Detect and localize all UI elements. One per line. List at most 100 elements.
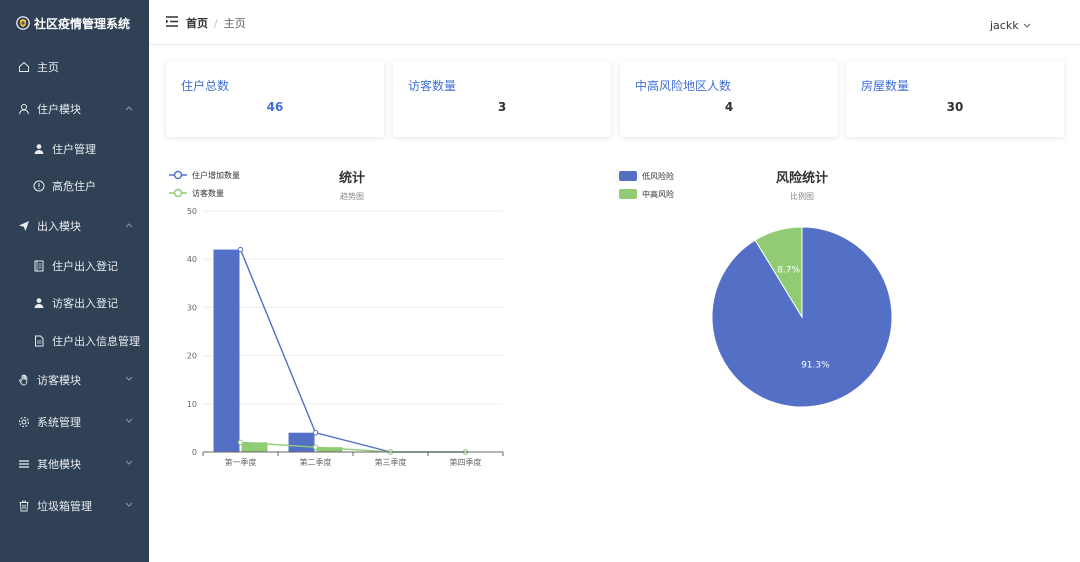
pie-slice-label: 8.7% — [777, 265, 800, 275]
gear-icon — [18, 416, 30, 428]
user-icon — [18, 103, 30, 115]
trend-chart-title: 统计 — [339, 170, 365, 186]
pie-legend: 低风险险中高风险 — [619, 171, 674, 199]
legend-marker — [173, 170, 183, 180]
bar — [288, 432, 315, 452]
sidebar-item-label: 访客出入登记 — [52, 297, 118, 310]
chevron-up-icon — [125, 105, 133, 111]
line-point — [237, 439, 244, 446]
y-tick-label: 40 — [187, 255, 197, 264]
stat-card-value: 30 — [946, 100, 964, 114]
legend-label: 中高风险 — [642, 189, 674, 199]
sidebar-item-label: 系统管理 — [37, 416, 81, 429]
sidebar-item-trash-management[interactable]: 垃圾箱管理 — [0, 487, 149, 525]
x-tick-label: 第四季度 — [450, 457, 482, 467]
person-icon — [33, 143, 45, 155]
list-icon — [18, 458, 30, 470]
bar — [213, 249, 240, 452]
legend-marker — [173, 188, 183, 198]
sidebar: 社区疫情管理系统 主页 住户模块 住户管理 高危住户 出入模块 住户出入登记 访… — [0, 0, 149, 562]
warning-circle-icon — [33, 180, 45, 192]
sidebar-item-label: 主页 — [37, 61, 59, 74]
menu-toggle-icon[interactable] — [166, 16, 178, 27]
breadcrumb-current: 主页 — [223, 17, 246, 30]
legend-label: 低风险险 — [642, 171, 674, 181]
sidebar-item-label: 其他模块 — [37, 458, 81, 471]
breadcrumb-home[interactable]: 首页 — [186, 17, 208, 30]
sidebar-item-resident-module[interactable]: 住户模块 — [0, 90, 149, 128]
breadcrumb-separator: / — [214, 17, 218, 30]
chevron-down-icon — [125, 460, 133, 466]
stat-card-title: 房屋数量 — [861, 79, 910, 93]
sidebar-item-label: 住户出入登记 — [52, 260, 118, 273]
sidebar-item-access-module[interactable]: 出入模块 — [0, 207, 149, 245]
shield-logo-icon — [16, 16, 30, 30]
person-icon — [33, 297, 45, 309]
sidebar-item-visitor-module[interactable]: 访客模块 — [0, 361, 149, 399]
stat-card-high-risk[interactable]: 中高风险地区人数 4 — [620, 61, 838, 137]
pie-slice-label: 91.3% — [801, 361, 830, 371]
app: 社区疫情管理系统 主页 住户模块 住户管理 高危住户 出入模块 住户出入登记 访… — [0, 0, 1080, 562]
sidebar-item-label: 出入模块 — [37, 220, 81, 233]
stat-card-visitors[interactable]: 访客数量 3 — [393, 61, 611, 137]
trash-icon — [18, 500, 30, 512]
pie-slices — [711, 226, 893, 408]
stat-card-title: 中高风险地区人数 — [635, 79, 732, 93]
hand-icon — [18, 374, 30, 386]
x-tick-label: 第二季度 — [300, 457, 332, 467]
stat-card-residents[interactable]: 住户总数 46 — [166, 61, 384, 137]
x-tick-label: 第一季度 — [225, 457, 257, 467]
y-tick-label: 20 — [187, 352, 197, 361]
trend-bars — [213, 249, 343, 452]
trend-legend: 住户增加数量访客数量 — [169, 170, 240, 198]
pie-chart-subtitle: 比例图 — [790, 191, 814, 201]
legend-swatch — [619, 189, 637, 199]
sidebar-item-label: 住户出入信息管理 — [52, 335, 140, 348]
x-tick-label: 第三季度 — [375, 457, 407, 467]
y-tick-label: 10 — [187, 400, 197, 409]
sidebar-item-high-risk-resident[interactable]: 高危住户 — [0, 167, 149, 205]
trend-chart-subtitle: 趋势图 — [340, 191, 364, 201]
sidebar-item-resident-management[interactable]: 住户管理 — [0, 130, 149, 168]
series-line — [239, 249, 466, 453]
avatar[interactable] — [950, 8, 986, 38]
legend-label: 访客数量 — [192, 188, 224, 198]
sidebar-item-other-module[interactable]: 其他模块 — [0, 445, 149, 483]
line-point — [237, 246, 244, 253]
trend-chart: 统计 趋势图 住户增加数量访客数量 0 10 20 30 40 50 第一季度 第二季度 第三季… — [169, 170, 504, 467]
document-icon — [33, 335, 45, 347]
chevron-down-icon — [125, 376, 133, 382]
y-tick-label: 30 — [187, 303, 197, 312]
trend-grid — [203, 210, 503, 405]
sidebar-item-resident-access-info[interactable]: 住户出入信息管理 — [0, 322, 149, 360]
pie-chart-title: 风险统计 — [776, 170, 828, 186]
chevron-down-icon — [125, 502, 133, 508]
top-header: 首页 / 主页 jackk — [149, 0, 1080, 45]
sidebar-item-home[interactable]: 主页 — [0, 48, 149, 86]
series-line — [240, 441, 466, 453]
chevron-down-icon — [1023, 23, 1030, 28]
sidebar-item-resident-access-log[interactable]: 住户出入登记 — [0, 247, 149, 285]
legend-label: 住户增加数量 — [192, 170, 240, 180]
sidebar-item-label: 垃圾箱管理 — [37, 500, 92, 513]
sidebar-item-label: 住户管理 — [52, 143, 96, 156]
trend-lines — [237, 246, 469, 455]
app-brand[interactable]: 社区疫情管理系统 — [0, 0, 149, 46]
notebook-icon — [33, 260, 45, 272]
home-icon — [18, 61, 30, 73]
line-point — [312, 444, 319, 450]
risk-pie-chart: 风险统计 比例图 低风险险中高风险 91.3% 8.7% — [619, 170, 893, 408]
username: jackk — [990, 19, 1019, 32]
stat-card-houses[interactable]: 房屋数量 30 — [846, 61, 1064, 137]
sidebar-item-label: 高危住户 — [52, 180, 96, 193]
app-title: 社区疫情管理系统 — [34, 16, 131, 31]
send-icon — [18, 220, 30, 232]
stat-card-value: 4 — [724, 100, 734, 114]
legend-swatch — [619, 171, 637, 181]
sidebar-item-label: 住户模块 — [37, 103, 81, 116]
stat-card-value: 46 — [266, 100, 284, 114]
sidebar-item-system-management[interactable]: 系统管理 — [0, 403, 149, 441]
sidebar-item-visitor-access-log[interactable]: 访客出入登记 — [0, 284, 149, 322]
user-dropdown[interactable]: jackk — [990, 19, 1031, 32]
line-point — [312, 430, 319, 436]
